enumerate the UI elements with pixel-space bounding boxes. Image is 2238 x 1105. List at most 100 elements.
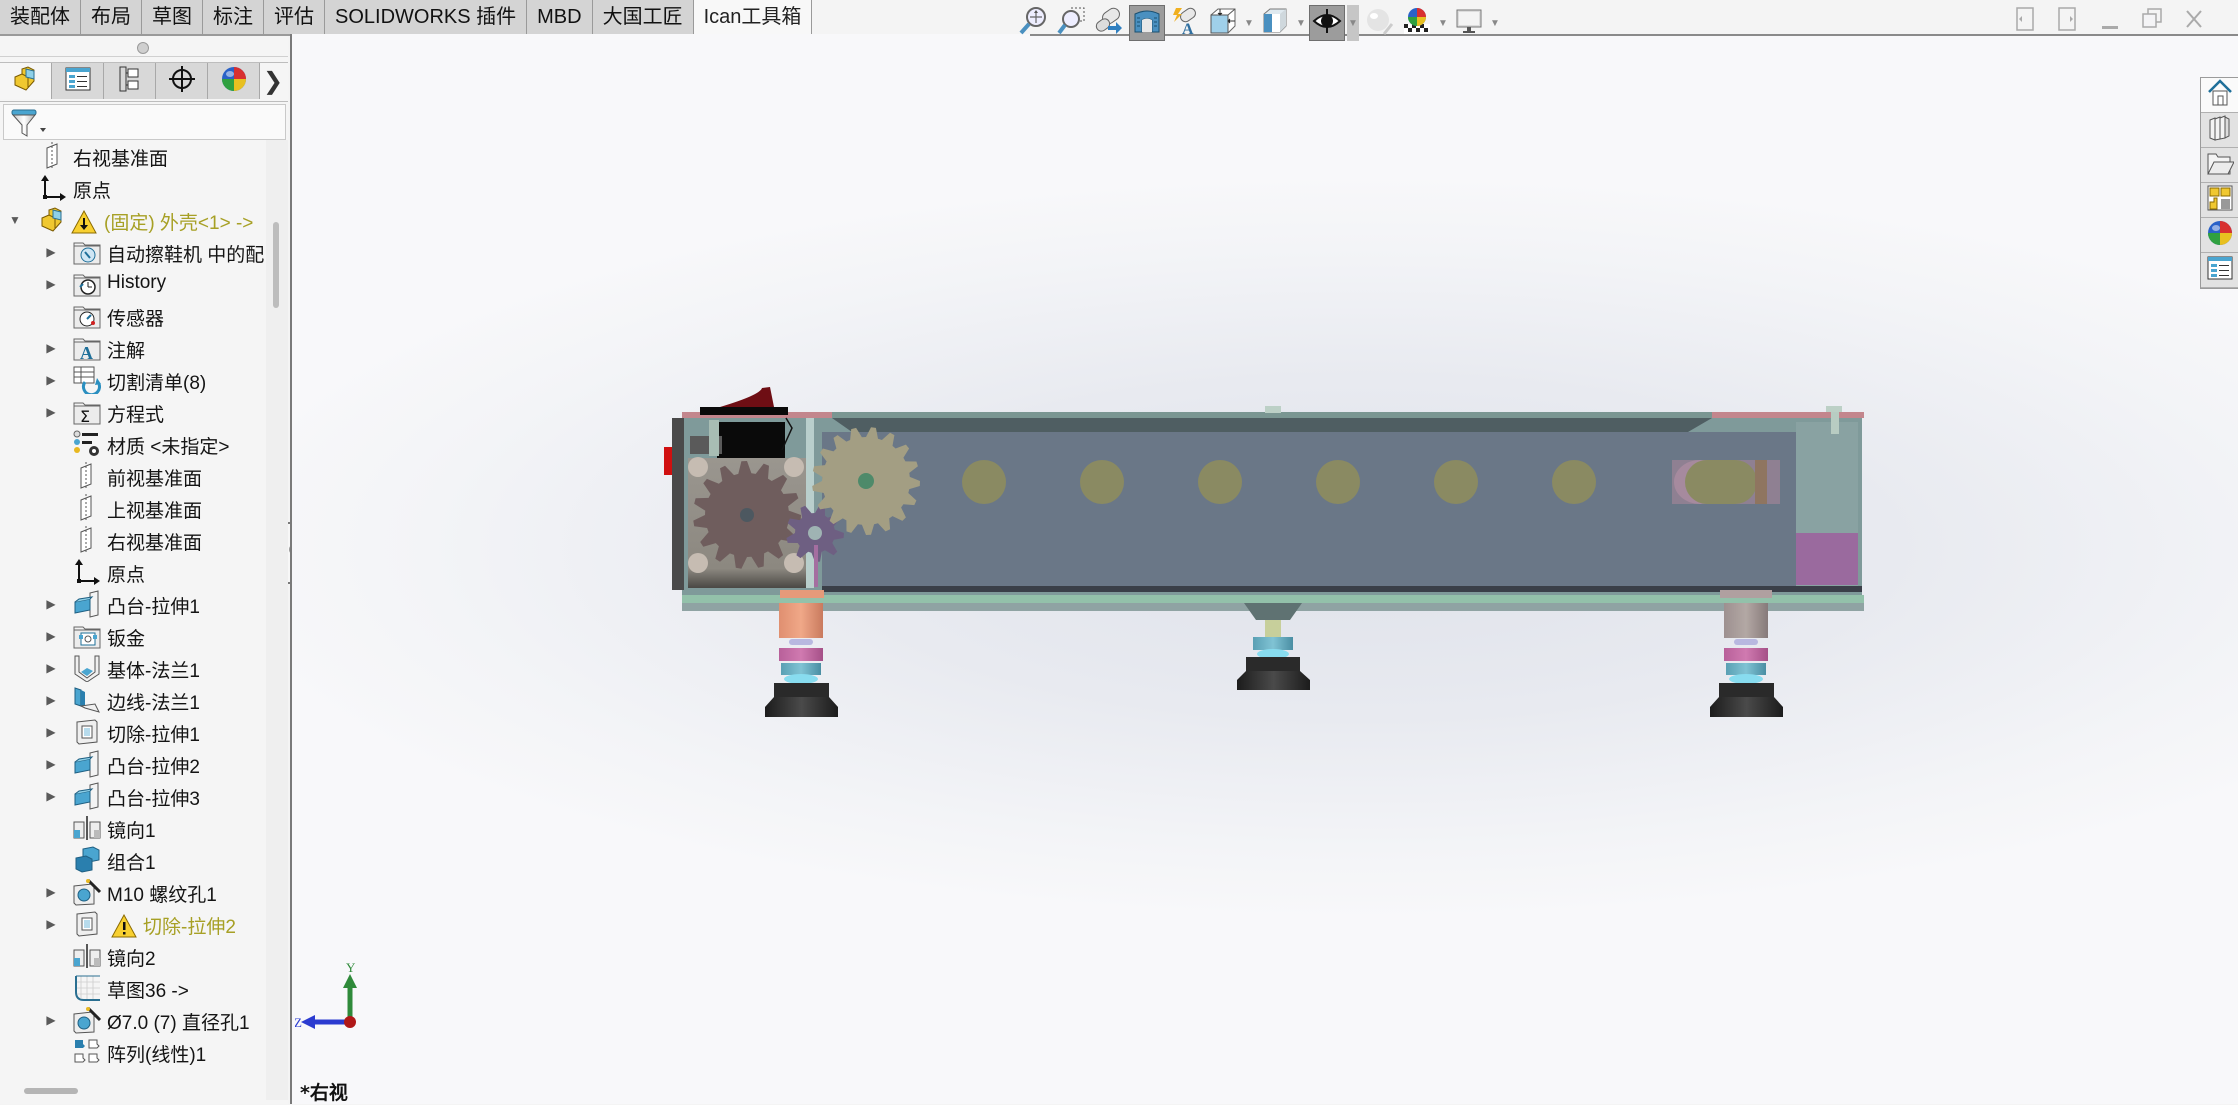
- tree-item[interactable]: 上视基准面: [0, 492, 264, 524]
- collapsed-caret-icon[interactable]: ▶: [44, 597, 58, 611]
- view-settings-button[interactable]: [1451, 5, 1487, 41]
- tree-horizontal-scrollbar[interactable]: [24, 1088, 78, 1094]
- tree-item[interactable]: ▶ 凸台-拉伸1: [0, 588, 264, 620]
- tab-8[interactable]: Ican工具箱: [693, 0, 813, 34]
- tree-item[interactable]: ▶ 基体-法兰1: [0, 652, 264, 684]
- tab-7[interactable]: 大国工匠: [592, 0, 694, 34]
- tree-item[interactable]: ▶ History: [0, 268, 264, 300]
- tree-item[interactable]: ▶ A 注解: [0, 332, 264, 364]
- restore-button[interactable]: [2138, 8, 2166, 36]
- tree-item[interactable]: 镜向1: [0, 812, 264, 844]
- task-pane-appearances-scenes[interactable]: [2201, 218, 2238, 253]
- collapsed-caret-icon[interactable]: ▶: [44, 405, 58, 419]
- tree-item[interactable]: 原点: [0, 172, 264, 204]
- tree-item[interactable]: 组合1: [0, 844, 264, 876]
- expanded-caret-icon[interactable]: ▼: [8, 213, 22, 227]
- tree-item[interactable]: ▶ 钣金: [0, 620, 264, 652]
- top-screw-right: [1826, 406, 1842, 412]
- tree-item[interactable]: ▶ Ø7.0 (7) 直径孔1: [0, 1004, 264, 1036]
- collapsed-caret-icon[interactable]: ▶: [44, 341, 58, 355]
- collapsed-caret-icon[interactable]: ▶: [44, 1013, 58, 1027]
- collapsed-caret-icon[interactable]: ▶: [44, 277, 58, 291]
- hole-wizard-icon: [72, 1005, 102, 1035]
- sketch-icon: [72, 973, 102, 1003]
- tree-item[interactable]: 传感器: [0, 300, 264, 332]
- tab-4[interactable]: 评估: [264, 0, 325, 34]
- tree-item[interactable]: 原点: [0, 556, 264, 588]
- collapsed-caret-icon[interactable]: ▶: [44, 917, 58, 931]
- tab-1[interactable]: 布局: [81, 0, 142, 34]
- collapsed-caret-icon[interactable]: ▶: [44, 629, 58, 643]
- task-pane-view-palette[interactable]: [2201, 183, 2238, 218]
- task-pane-solidworks-resources[interactable]: [2201, 78, 2238, 113]
- zoom-to-fit-button[interactable]: [1015, 5, 1051, 41]
- tree-item[interactable]: ▶ 切除-拉伸1: [0, 716, 264, 748]
- more-tabs-button[interactable]: ❯: [260, 63, 286, 99]
- collapsed-caret-icon[interactable]: ▶: [44, 885, 58, 899]
- feature-manager-tab[interactable]: [0, 63, 52, 99]
- collapsed-caret-icon[interactable]: ▶: [44, 757, 58, 771]
- minimize-button[interactable]: [2096, 8, 2124, 36]
- tree-item[interactable]: 阵列(线性)1: [0, 1036, 264, 1068]
- tab-2[interactable]: 草图: [142, 0, 203, 34]
- tile-right-button[interactable]: [2054, 7, 2082, 36]
- material-icon: [72, 429, 102, 459]
- task-pane-file-explorer[interactable]: [2201, 148, 2238, 183]
- tree-item[interactable]: ▶ 凸台-拉伸3: [0, 780, 264, 812]
- tree-item[interactable]: ▶ Σ 方程式: [0, 396, 264, 428]
- hide-show-items-button[interactable]: [1309, 5, 1345, 41]
- section-view-button[interactable]: [1129, 5, 1165, 41]
- foot-right-column: [1724, 603, 1768, 638]
- task-pane-design-library[interactable]: [2201, 113, 2238, 148]
- property-manager-tab[interactable]: [52, 63, 104, 99]
- tree-item[interactable]: 右视基准面: [0, 524, 264, 556]
- tree-item[interactable]: ▶ 切割清单(8): [0, 364, 264, 396]
- collapsed-caret-icon[interactable]: ▶: [44, 661, 58, 675]
- tab-5[interactable]: SOLIDWORKS 插件: [325, 0, 528, 34]
- tree-scrollbar-thumb[interactable]: [273, 222, 279, 308]
- dropdown-caret-icon[interactable]: ▼: [1437, 5, 1449, 41]
- tree-item[interactable]: ▶ M10 螺纹孔1: [0, 876, 264, 908]
- display-style-button[interactable]: [1257, 5, 1293, 41]
- tree-item[interactable]: 右视基准面: [0, 140, 264, 172]
- foot-right-pad-top: [1719, 683, 1774, 697]
- part-icon: [38, 205, 68, 235]
- collapsed-caret-icon[interactable]: ▶: [44, 725, 58, 739]
- tree-item[interactable]: ▶ 边线-法兰1: [0, 684, 264, 716]
- foot-left-nut: [781, 663, 821, 675]
- apply-scene-button[interactable]: [1399, 5, 1435, 41]
- close-button[interactable]: [2180, 8, 2208, 36]
- tab-6[interactable]: MBD: [527, 0, 593, 34]
- zoom-to-area-button[interactable]: [1053, 5, 1089, 41]
- reference-triad[interactable]: Y Z: [295, 960, 375, 1040]
- dropdown-caret-icon[interactable]: ▼: [1243, 5, 1255, 41]
- dropdown-caret-icon[interactable]: ▼: [1295, 5, 1307, 41]
- previous-view-button[interactable]: [1091, 5, 1127, 41]
- tree-item[interactable]: ▶ 切除-拉伸2: [0, 908, 264, 940]
- tree-item[interactable]: 草图36 ->: [0, 972, 264, 1004]
- task-pane-custom-properties[interactable]: [2201, 253, 2238, 288]
- collapsed-caret-icon[interactable]: ▶: [44, 693, 58, 707]
- tree-item[interactable]: ▶ 自动擦鞋机 中的配合: [0, 236, 264, 268]
- dynamic-annotation-views-button[interactable]: A: [1167, 5, 1203, 41]
- tree-item[interactable]: ▼ (固定) 外壳<1> ->: [0, 204, 264, 236]
- collapsed-caret-icon[interactable]: ▶: [44, 373, 58, 387]
- collapsed-caret-icon[interactable]: ▶: [44, 245, 58, 259]
- view-orientation-button[interactable]: [1205, 5, 1241, 41]
- dropdown-caret-icon[interactable]: ▼: [1489, 5, 1501, 41]
- tab-3[interactable]: 标注: [203, 0, 264, 34]
- tab-0[interactable]: 装配体: [0, 0, 81, 34]
- dimxpert-manager-tab[interactable]: [156, 63, 208, 99]
- tree-item[interactable]: 前视基准面: [0, 460, 264, 492]
- filter-button[interactable]: [10, 108, 50, 138]
- configuration-manager-tab[interactable]: [104, 63, 156, 99]
- collapsed-caret-icon[interactable]: ▶: [44, 789, 58, 803]
- display-manager-tab[interactable]: [208, 63, 260, 99]
- tile-left-button[interactable]: [2012, 7, 2040, 36]
- tree-item[interactable]: 材质 <未指定>: [0, 428, 264, 460]
- tree-item[interactable]: ▶ 凸台-拉伸2: [0, 748, 264, 780]
- edit-appearance-button[interactable]: [1361, 5, 1397, 41]
- tree-item[interactable]: 镜向2: [0, 940, 264, 972]
- panel-splitter-handle[interactable]: [137, 42, 149, 54]
- dropdown-caret-icon[interactable]: ▼: [1347, 5, 1359, 41]
